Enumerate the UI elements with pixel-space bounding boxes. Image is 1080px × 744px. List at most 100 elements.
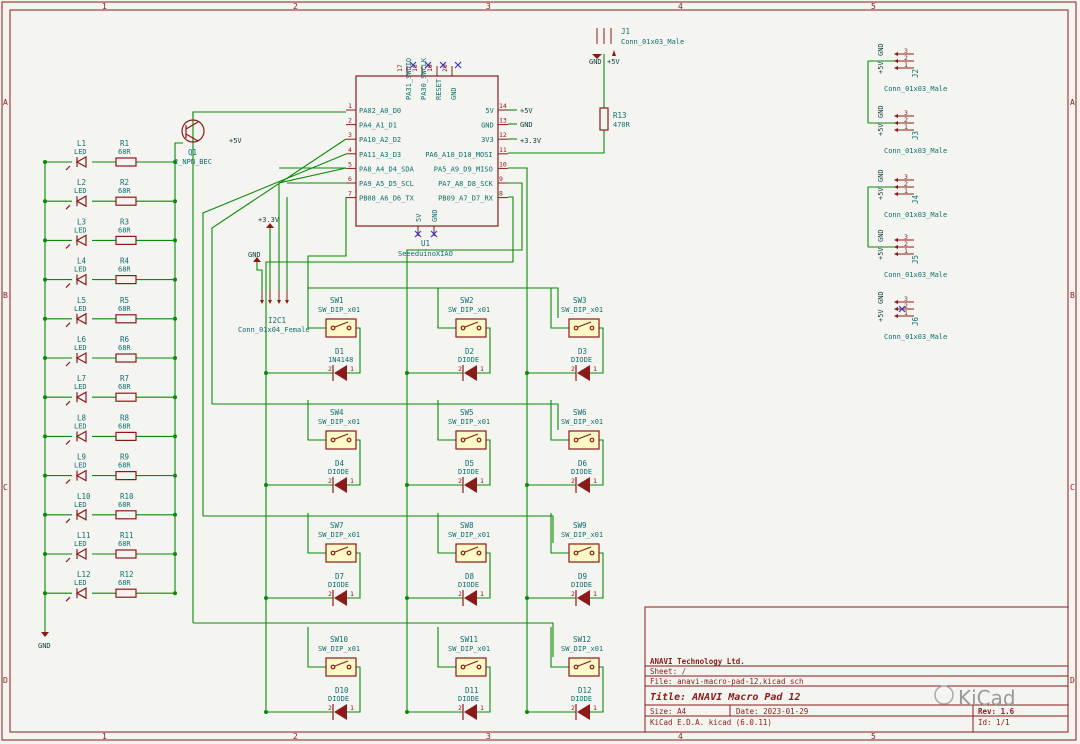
diode-pin: 2 bbox=[328, 477, 332, 485]
switch-body bbox=[325, 657, 357, 677]
j1-gnd-label: GND bbox=[589, 58, 602, 66]
led-ref: L6 bbox=[77, 335, 87, 344]
switch-value: SW_DIP_x01 bbox=[448, 306, 490, 314]
led-arrow bbox=[65, 557, 71, 563]
resistor-body bbox=[115, 353, 137, 363]
zone-row-left: C bbox=[3, 483, 8, 492]
mcu-pin-name: PA5_A9_D9_MISO bbox=[434, 165, 493, 173]
connector-value: Conn_01x03_Male bbox=[884, 211, 947, 219]
led-arrow bbox=[65, 479, 71, 485]
connector-j1[interactable]: J1 Conn_01x03_Male GND +5V bbox=[589, 27, 684, 66]
led-ref: L12 bbox=[77, 570, 91, 579]
switch-group-5: SW5SW_DIP_x01 D5DIODE2 1 bbox=[448, 408, 490, 493]
switch-ref: SW3 bbox=[573, 296, 587, 305]
led-arrow bbox=[65, 400, 71, 406]
diode-pin: 2 bbox=[458, 704, 462, 712]
i2c-3v3-label: +3.3V bbox=[258, 216, 280, 224]
diode-value: DIODE bbox=[571, 581, 592, 589]
diode-ref: D8 bbox=[465, 572, 475, 581]
border-zone-markers: 1122334455A AB BC CD D bbox=[3, 2, 1075, 741]
diode-symbol bbox=[334, 477, 347, 493]
connector-pin-tip bbox=[894, 238, 898, 242]
connector-pin-number: 1 bbox=[904, 123, 908, 131]
resistor-r13[interactable]: R13 470R bbox=[599, 107, 631, 131]
switch-group-7: SW7SW_DIP_x01 D7DIODE2 1 bbox=[318, 521, 360, 606]
connector-gnd-label: GND bbox=[877, 105, 885, 118]
connector-5v-label: +5V bbox=[877, 61, 885, 74]
mcu-pin-name: PA11_A3_D3 bbox=[359, 151, 401, 159]
mcu-pin-number: 9 bbox=[499, 175, 503, 183]
mcu-pin-number: 3 bbox=[348, 131, 352, 139]
tb-size: Size: A4 bbox=[650, 707, 687, 716]
connector-i2c1[interactable]: +3.3V GND I2C1 Conn_01x04_Female bbox=[238, 216, 310, 334]
diode-pin: 1 bbox=[593, 477, 597, 485]
mcu-pin-name: GND bbox=[431, 209, 439, 222]
transistor-q1[interactable]: Q1 2_NPN_BEC +5V bbox=[174, 119, 242, 166]
led-ref: L7 bbox=[77, 374, 86, 383]
led-value: LED bbox=[74, 305, 87, 313]
resistor-value: 68R bbox=[118, 148, 131, 156]
zone-col-top: 3 bbox=[486, 2, 491, 11]
tb-date: Date: 2023-01-29 bbox=[736, 707, 808, 716]
led-symbol bbox=[75, 587, 87, 600]
transistor-collector bbox=[185, 121, 199, 130]
switch-body bbox=[325, 430, 357, 450]
connector-pin-tip bbox=[894, 59, 898, 63]
diode-pin: 1 bbox=[593, 365, 597, 373]
mcu-pin-name: GND bbox=[481, 122, 494, 130]
title-block: ANAVI Technology Ltd. Sheet: / File: ana… bbox=[644, 606, 1069, 733]
diode-symbol bbox=[577, 590, 590, 606]
mcu-gnd-label: GND bbox=[520, 121, 533, 129]
diode-symbol bbox=[334, 704, 347, 720]
diode-symbol bbox=[464, 365, 477, 381]
diode-pin: 2 bbox=[458, 590, 462, 598]
connector-gnd-label: GND bbox=[877, 229, 885, 242]
diode-value: DIODE bbox=[458, 695, 479, 703]
connector-ref: J5 bbox=[911, 255, 920, 264]
zone-col-bottom: 1 bbox=[102, 732, 107, 741]
zone-row-left: A bbox=[3, 98, 8, 107]
led-arrow bbox=[65, 596, 71, 602]
switch-body bbox=[568, 318, 600, 338]
resistor-value: 68R bbox=[118, 422, 131, 430]
connector-pin-tip bbox=[894, 314, 898, 318]
resistor-value: 68R bbox=[118, 266, 131, 274]
mcu-pin-name: 3V3 bbox=[481, 136, 494, 144]
connector-value: Conn_01x03_Male bbox=[884, 271, 947, 279]
diode-ref: D12 bbox=[578, 686, 592, 695]
zone-col-top: 5 bbox=[871, 2, 876, 11]
led-symbol bbox=[75, 508, 87, 521]
switch-body bbox=[455, 657, 487, 677]
diode-symbol bbox=[464, 477, 477, 493]
led-ref: L4 bbox=[77, 257, 87, 266]
led-symbol bbox=[75, 312, 87, 325]
switch-ref: SW8 bbox=[460, 521, 474, 530]
switch-value: SW_DIP_x01 bbox=[561, 418, 603, 426]
diode-ref: D7 bbox=[335, 572, 344, 581]
led-value: LED bbox=[74, 344, 87, 352]
resistor-value: 68R bbox=[118, 579, 131, 587]
mcu-pin-number: 11 bbox=[499, 146, 507, 154]
switch-value: SW_DIP_x01 bbox=[318, 306, 360, 314]
zone-col-bottom: 3 bbox=[486, 732, 491, 741]
resistor-value: 68R bbox=[118, 305, 131, 313]
connector-pin-number: 1 bbox=[904, 247, 908, 255]
led-value: LED bbox=[74, 422, 87, 430]
wire bbox=[265, 196, 514, 370]
switch-value: SW_DIP_x01 bbox=[318, 418, 360, 426]
led-resistor-pair-4: L4LED R468R bbox=[65, 257, 137, 289]
mcu-pin-number: 17 bbox=[396, 64, 404, 72]
diode-symbol bbox=[577, 477, 590, 493]
watermark-text: KiCad bbox=[958, 686, 1016, 710]
switch-group-11: SW11SW_DIP_x01 D11DIODE2 1 bbox=[448, 635, 490, 720]
connector-gnd-label: GND bbox=[877, 43, 885, 56]
diode-ref: D3 bbox=[578, 347, 587, 356]
resistor-value: 68R bbox=[118, 462, 131, 470]
led-value: LED bbox=[74, 187, 87, 195]
mcu-pin-name: PB08_A6_D6_TX bbox=[359, 195, 415, 203]
mcu-pin-name: PA02_A0_D0 bbox=[359, 107, 401, 115]
led-arrow bbox=[65, 361, 71, 367]
tb-company: ANAVI Technology Ltd. bbox=[650, 657, 745, 666]
diode-symbol bbox=[464, 590, 477, 606]
zone-row-left: B bbox=[3, 291, 8, 300]
